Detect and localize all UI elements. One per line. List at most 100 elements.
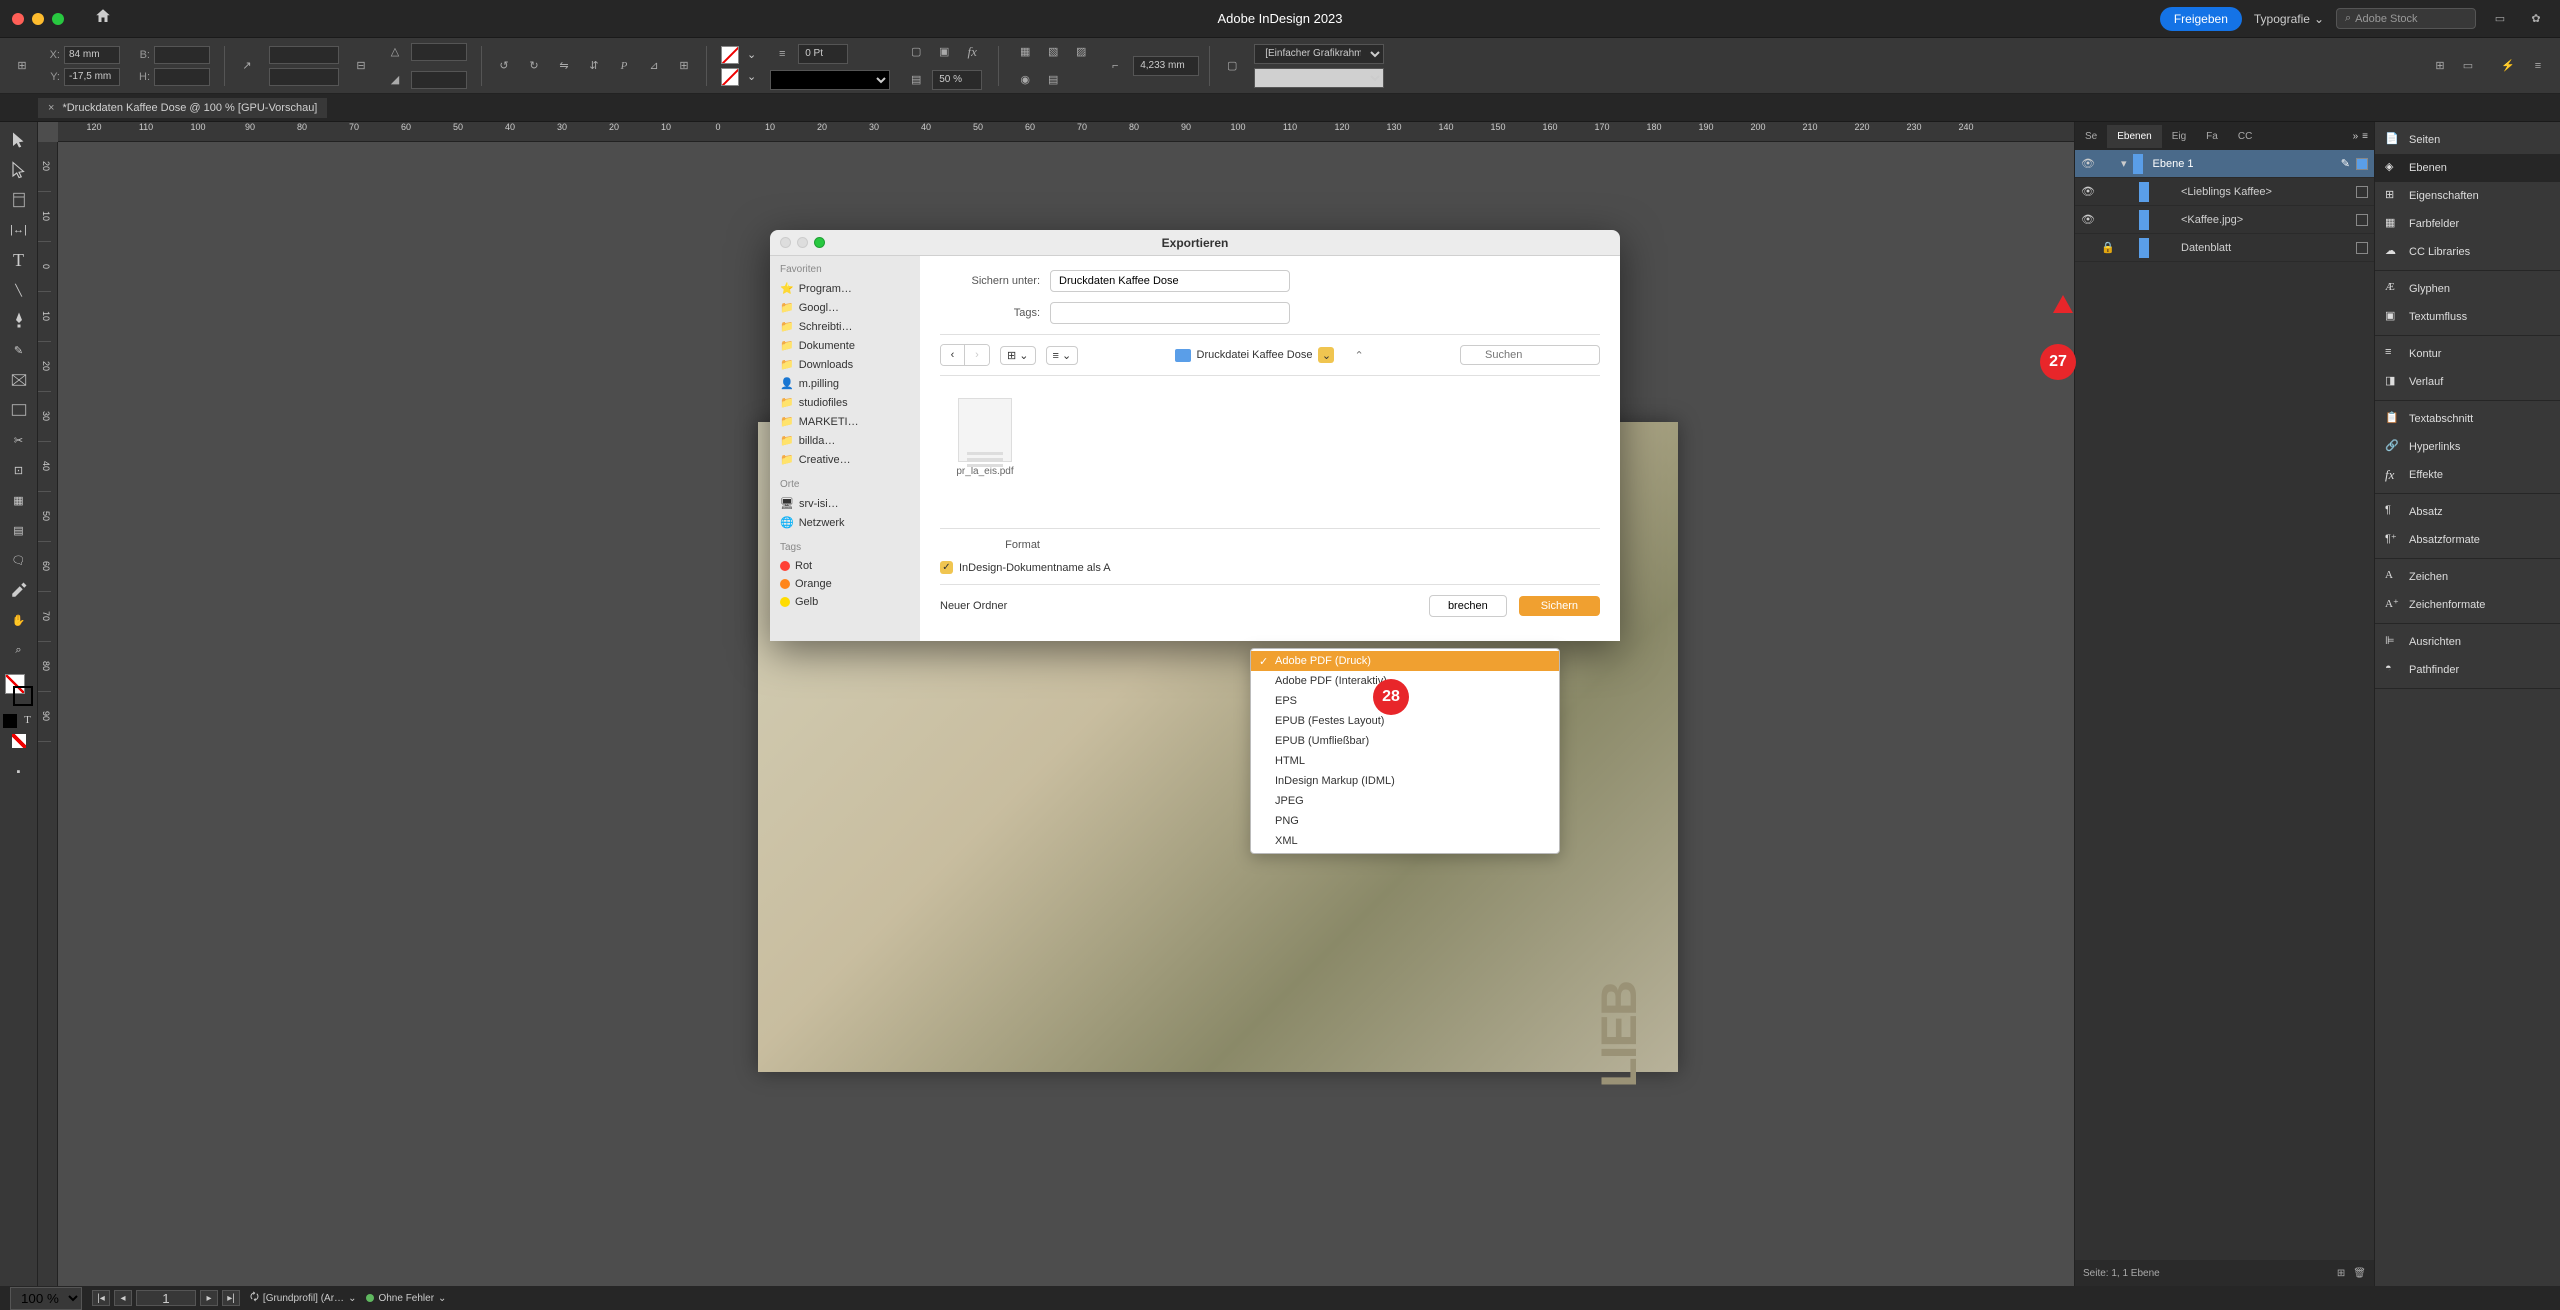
- flip-icon2[interactable]: ⊿: [642, 54, 666, 78]
- frame-icon[interactable]: ▢: [1220, 54, 1244, 78]
- stroke-swatch-icon[interactable]: [721, 68, 739, 86]
- fit-icon2[interactable]: ▧: [1041, 40, 1065, 64]
- stroke-weight-input[interactable]: [798, 44, 848, 64]
- format-option-html[interactable]: HTML: [1251, 751, 1559, 771]
- layer-target-icon[interactable]: [2356, 158, 2368, 170]
- textwrap-icon[interactable]: ▢: [904, 40, 928, 64]
- layer-item-3[interactable]: 🔒 Datenblatt: [2075, 234, 2374, 262]
- fit-icon1[interactable]: ▦: [1013, 40, 1037, 64]
- screen-mode-icon[interactable]: ▭: [2456, 54, 2480, 78]
- zoom-tool-icon[interactable]: ⌕: [5, 636, 33, 664]
- layer-item-2[interactable]: 👁 <Kaffee.jpg>: [2075, 206, 2374, 234]
- scale-y-input[interactable]: [269, 68, 339, 86]
- panel-menu-icon[interactable]: ≡: [2526, 54, 2550, 78]
- document-tab[interactable]: × *Druckdaten Kaffee Dose @ 100 % [GPU-V…: [38, 98, 327, 118]
- tab-cc[interactable]: CC: [2228, 125, 2262, 148]
- panel-kontur[interactable]: ≡Kontur: [2375, 340, 2560, 368]
- panel-effekte[interactable]: fxEffekte: [2375, 461, 2560, 489]
- type-tool-icon[interactable]: T: [5, 246, 33, 274]
- format-option-jpeg[interactable]: JPEG: [1251, 791, 1559, 811]
- panel-seiten[interactable]: 📄Seiten: [2375, 126, 2560, 154]
- panel-textabschnitt[interactable]: 📋Textabschnitt: [2375, 405, 2560, 433]
- panel-eigenschaften[interactable]: ⊞Eigenschaften: [2375, 182, 2560, 210]
- page-input[interactable]: [136, 1290, 196, 1306]
- tab-properties[interactable]: Eig: [2162, 125, 2196, 148]
- settings-icon[interactable]: ✿: [2524, 7, 2548, 31]
- forward-icon[interactable]: ›: [965, 345, 989, 365]
- file-item[interactable]: pr_la_eis.pdf: [950, 398, 1020, 518]
- lock-icon[interactable]: 🔒: [2101, 241, 2115, 254]
- scale-icon[interactable]: ↗: [235, 54, 259, 78]
- rotate-cw-icon[interactable]: ↻: [522, 54, 546, 78]
- panel-expand-icon[interactable]: »: [2353, 131, 2359, 142]
- sidebar-billda[interactable]: 📁billda…: [780, 431, 910, 450]
- panel-textumfluss[interactable]: ▣Textumfluss: [2375, 303, 2560, 331]
- quick-apply-icon[interactable]: ⚡: [2496, 54, 2520, 78]
- sidebar-server[interactable]: 🖥srv-isi…: [780, 494, 910, 513]
- gradient-feather-tool-icon[interactable]: ▤: [5, 516, 33, 544]
- page-tool-icon[interactable]: [5, 186, 33, 214]
- rectangle-frame-tool-icon[interactable]: [5, 366, 33, 394]
- home-icon[interactable]: [94, 7, 112, 30]
- scale-x-input[interactable]: [269, 46, 339, 64]
- reference-point-icon[interactable]: ⊞: [10, 54, 34, 78]
- view-mode-dropdown[interactable]: ⊞ ⌄: [1000, 346, 1036, 365]
- view-mode-icon[interactable]: ▪: [5, 758, 33, 786]
- share-button[interactable]: Freigeben: [2160, 7, 2242, 31]
- stroke-style-dropdown[interactable]: [770, 70, 890, 90]
- opacity-input[interactable]: [932, 70, 982, 90]
- layer-target-icon[interactable]: [2356, 242, 2368, 254]
- apply-none-icon[interactable]: [12, 734, 26, 748]
- direct-selection-tool-icon[interactable]: [5, 156, 33, 184]
- y-input[interactable]: [64, 68, 120, 86]
- fit-icon4[interactable]: ◉: [1013, 68, 1037, 92]
- line-tool-icon[interactable]: ╲: [5, 276, 33, 304]
- format-option-xml[interactable]: XML: [1251, 831, 1559, 851]
- format-option-png[interactable]: PNG: [1251, 811, 1559, 831]
- format-option-pdf-print[interactable]: Adobe PDF (Druck): [1251, 651, 1559, 671]
- tag-orange[interactable]: Orange: [780, 575, 910, 593]
- sidebar-user[interactable]: 👤m.pilling: [780, 374, 910, 393]
- sidebar-marketing[interactable]: 📁MARKETI…: [780, 412, 910, 431]
- sidebar-google[interactable]: 📁Googl…: [780, 298, 910, 317]
- first-page-icon[interactable]: |◂: [92, 1290, 110, 1306]
- panel-zeichen[interactable]: AZeichen: [2375, 563, 2560, 591]
- corner-size-input[interactable]: [1133, 56, 1199, 76]
- selection-tool-icon[interactable]: [5, 126, 33, 154]
- close-window-btn[interactable]: [12, 13, 24, 25]
- search-input[interactable]: [1460, 345, 1600, 365]
- minimize-window-btn[interactable]: [32, 13, 44, 25]
- hand-tool-icon[interactable]: ✋: [5, 606, 33, 634]
- tags-input[interactable]: [1050, 302, 1290, 324]
- gap-tool-icon[interactable]: |↔|: [5, 216, 33, 244]
- delete-layer-icon[interactable]: 🗑: [2353, 1268, 2366, 1279]
- fill-stroke-swap[interactable]: [5, 674, 33, 706]
- sidebar-programs[interactable]: ⭐Program…: [780, 279, 910, 298]
- save-button[interactable]: Sichern: [1519, 596, 1600, 616]
- back-icon[interactable]: ‹: [941, 345, 965, 365]
- pen-tool-icon[interactable]: [5, 306, 33, 334]
- rectangle-tool-icon[interactable]: [5, 396, 33, 424]
- file-browser[interactable]: pr_la_eis.pdf: [940, 388, 1600, 528]
- color-profile-dropdown[interactable]: 🗘 [Grundprofil] (Ar… ⌄: [250, 1290, 356, 1307]
- layer-target-icon[interactable]: [2356, 186, 2368, 198]
- prev-page-icon[interactable]: ◂: [114, 1290, 132, 1306]
- eyedropper-tool-icon[interactable]: [5, 576, 33, 604]
- close-tab-icon[interactable]: ×: [48, 102, 54, 114]
- sidebar-creative[interactable]: 📁Creative…: [780, 450, 910, 469]
- preflight-status[interactable]: Ohne Fehler ⌄: [366, 1293, 446, 1304]
- bridge-icon[interactable]: ⊞: [2428, 54, 2452, 78]
- textwrap2-icon[interactable]: ▣: [932, 40, 956, 64]
- scissors-tool-icon[interactable]: ✂: [5, 426, 33, 454]
- new-layer-icon[interactable]: ⊞: [2337, 1268, 2345, 1279]
- tab-layers[interactable]: Ebenen: [2107, 125, 2161, 148]
- h-input[interactable]: [154, 68, 210, 86]
- workspace-icon[interactable]: ▭: [2488, 7, 2512, 31]
- visibility-icon[interactable]: 👁: [2081, 213, 2095, 226]
- p-icon[interactable]: P: [612, 54, 636, 78]
- dialog-close-icon[interactable]: [780, 237, 791, 248]
- flip-h-icon[interactable]: ⇋: [552, 54, 576, 78]
- fit-icon5[interactable]: ▤: [1041, 68, 1065, 92]
- format-option-epub-reflow[interactable]: EPUB (Umfließbar): [1251, 731, 1559, 751]
- constrain-icon[interactable]: ⊟: [349, 54, 373, 78]
